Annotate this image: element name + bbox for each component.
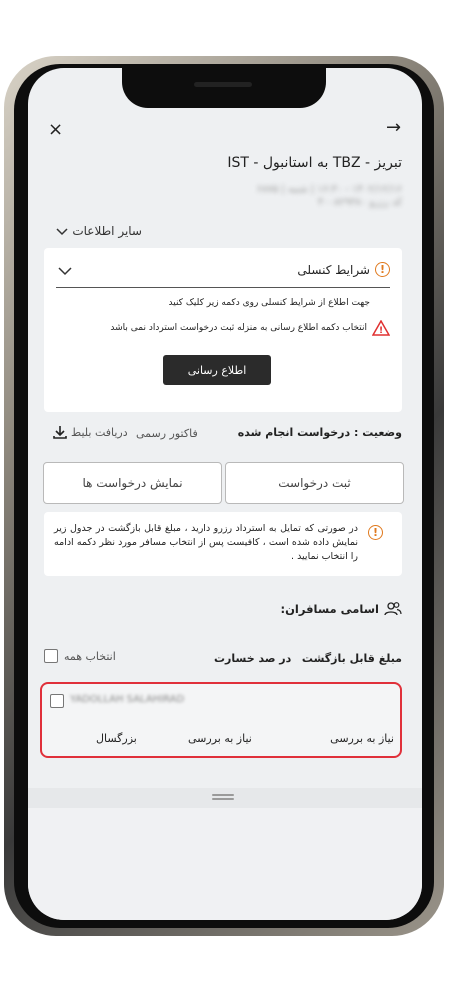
- warning-circle-icon: !: [375, 262, 390, 277]
- notify-button[interactable]: اطلاع رسانی: [163, 355, 271, 385]
- drag-handle-line: [212, 798, 234, 800]
- passenger-checkbox[interactable]: [50, 694, 64, 708]
- show-requests-button[interactable]: نمایش درخواست ها: [43, 462, 222, 504]
- warning-triangle-icon: !: [372, 320, 390, 336]
- select-all-checkbox[interactable]: [44, 649, 58, 663]
- route-title: تبریز - TBZ به استانبول - IST: [227, 155, 402, 171]
- passengers-header: اسامی مسافران:: [280, 600, 402, 618]
- column-refund-amount: مبلغ قابل بازگشت: [301, 652, 402, 665]
- flight-detail-line2: کد رزرو ۴۰۰۸۲۹۳۸۰: [317, 197, 402, 208]
- flight-detail-line1: ۱۴۰۲/۱۲/۱۶ - ۱۶:۳۰ | شنبه | ۶۸۷۵: [256, 184, 402, 195]
- cancel-conditions-title: شرایط کنسلی: [297, 262, 370, 277]
- cancel-warning: ! انتخاب دکمه اطلاع رسانی به منزله ثبت د…: [110, 320, 390, 336]
- passenger-penalty: نیاز به بررسی: [188, 732, 252, 745]
- close-icon[interactable]: ×: [48, 120, 63, 140]
- refund-notice-text: در صورتی که تمایل به استرداد رزرو دارید …: [54, 523, 358, 562]
- official-invoice-link[interactable]: فاکتور رسمی: [136, 427, 198, 440]
- chevron-down-icon[interactable]: [58, 266, 72, 276]
- cancel-info-text: جهت اطلاع از شرایط کنسلی روی دکمه زیر کل…: [168, 298, 370, 308]
- phone-notch: [122, 68, 326, 108]
- other-info-toggle[interactable]: سایر اطلاعات: [52, 224, 142, 238]
- bottom-sheet: [28, 808, 422, 920]
- cancel-conditions-header[interactable]: ! شرایط کنسلی: [297, 262, 390, 277]
- passenger-age-type: بزرگسال: [96, 732, 137, 745]
- speaker-grille: [194, 82, 252, 87]
- passenger-refund: نیاز به بررسی: [330, 732, 394, 745]
- cancel-warning-text: انتخاب دکمه اطلاع رسانی به منزله ثبت درخ…: [110, 323, 367, 333]
- divider: [56, 287, 390, 288]
- passengers-title: اسامی مسافران:: [280, 602, 379, 616]
- status-label: وضعیت : درخواست انجام شده: [237, 426, 402, 439]
- users-icon: [384, 602, 402, 616]
- download-icon: [53, 426, 67, 439]
- submit-request-button[interactable]: ثبت درخواست: [225, 462, 404, 504]
- select-all-toggle[interactable]: انتخاب همه: [44, 649, 116, 663]
- warning-circle-icon: !: [368, 525, 383, 540]
- column-penalty-percent: در صد خسارت: [214, 652, 292, 665]
- back-arrow-icon[interactable]: →: [386, 118, 401, 138]
- select-all-label: انتخاب همه: [64, 649, 116, 663]
- download-ticket-link[interactable]: دریافت بلیط: [52, 424, 128, 440]
- download-ticket-label: دریافت بلیط: [71, 425, 128, 439]
- passenger-name: YADOLLAH SALAHIRAD: [70, 694, 185, 705]
- other-info-label: سایر اطلاعات: [72, 224, 142, 238]
- chevron-down-icon: [56, 228, 68, 236]
- drag-handle[interactable]: [212, 794, 234, 796]
- svg-text:!: !: [379, 326, 383, 336]
